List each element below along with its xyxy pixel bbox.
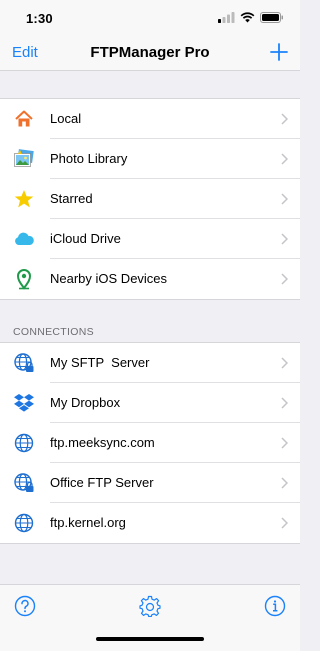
- list-item-label: Office FTP Server: [50, 475, 154, 490]
- list-item-label: Nearby iOS Devices: [50, 271, 168, 286]
- list-item-icloud-drive[interactable]: iCloud Drive: [0, 219, 300, 259]
- list-item-label: My Dropbox: [50, 395, 121, 410]
- chevron-right-icon: [281, 153, 288, 165]
- globe-icon: [13, 432, 35, 454]
- status-time: 1:30: [26, 11, 53, 26]
- battery-icon: [260, 12, 283, 23]
- globe-lock-icon: [13, 352, 35, 374]
- list-item-connection[interactable]: ftp.meeksync.com: [0, 423, 300, 463]
- list-item-nearby-ios-devices[interactable]: Nearby iOS Devices: [0, 259, 300, 299]
- list-item-local[interactable]: Local: [0, 99, 300, 139]
- list-item-connection[interactable]: ftp.kernel.org: [0, 503, 300, 543]
- info-icon[interactable]: [264, 595, 286, 617]
- list-item-connection[interactable]: My SFTP Server: [0, 343, 300, 383]
- chevron-right-icon: [281, 437, 288, 449]
- globe-lock-icon: [13, 472, 35, 494]
- dropbox-icon: [13, 392, 35, 414]
- globe-icon: [13, 512, 35, 534]
- home-indicator: [96, 637, 204, 641]
- list-item-label: Photo Library: [50, 151, 128, 166]
- list-item-connection[interactable]: My Dropbox: [0, 383, 300, 423]
- plus-icon[interactable]: [270, 43, 288, 61]
- list-item-starred[interactable]: Starred: [0, 179, 300, 219]
- photos-icon: [13, 148, 35, 170]
- chevron-right-icon: [281, 397, 288, 409]
- list-item-label: ftp.kernel.org: [50, 515, 126, 530]
- connections-section-header: CONNECTIONS: [13, 326, 94, 338]
- navigation-bar: Edit FTPManager Pro: [0, 36, 300, 71]
- list-item-label: Starred: [50, 191, 93, 206]
- cellular-signal-icon: [218, 12, 235, 23]
- page-title: FTPManager Pro: [90, 44, 210, 61]
- settings-icon[interactable]: [139, 595, 161, 617]
- chevron-right-icon: [281, 233, 288, 245]
- status-icons: [218, 12, 284, 23]
- chevron-right-icon: [281, 273, 288, 285]
- chevron-right-icon: [281, 113, 288, 125]
- chevron-right-icon: [281, 517, 288, 529]
- status-bar: 1:30: [0, 0, 300, 36]
- cloud-icon: [13, 228, 35, 250]
- list-item-connection[interactable]: Office FTP Server: [0, 463, 300, 503]
- list-item-label: Local: [50, 111, 82, 126]
- chevron-right-icon: [281, 357, 288, 369]
- list-item-photo-library[interactable]: Photo Library: [0, 139, 300, 179]
- home-icon: [13, 108, 35, 130]
- location-pin-icon: [13, 268, 35, 290]
- list-item-label: ftp.meeksync.com: [50, 435, 155, 450]
- locations-list: Local Photo Library Starred iCloud Drive…: [0, 98, 300, 300]
- connections-list: My SFTP Server My Dropbox ftp.meeksync.c…: [0, 342, 300, 544]
- chevron-right-icon: [281, 193, 288, 205]
- help-icon[interactable]: [14, 595, 36, 617]
- chevron-right-icon: [281, 477, 288, 489]
- wifi-icon: [240, 12, 255, 23]
- list-item-label: My SFTP Server: [50, 355, 150, 370]
- star-icon: [13, 188, 35, 210]
- list-item-label: iCloud Drive: [50, 231, 121, 246]
